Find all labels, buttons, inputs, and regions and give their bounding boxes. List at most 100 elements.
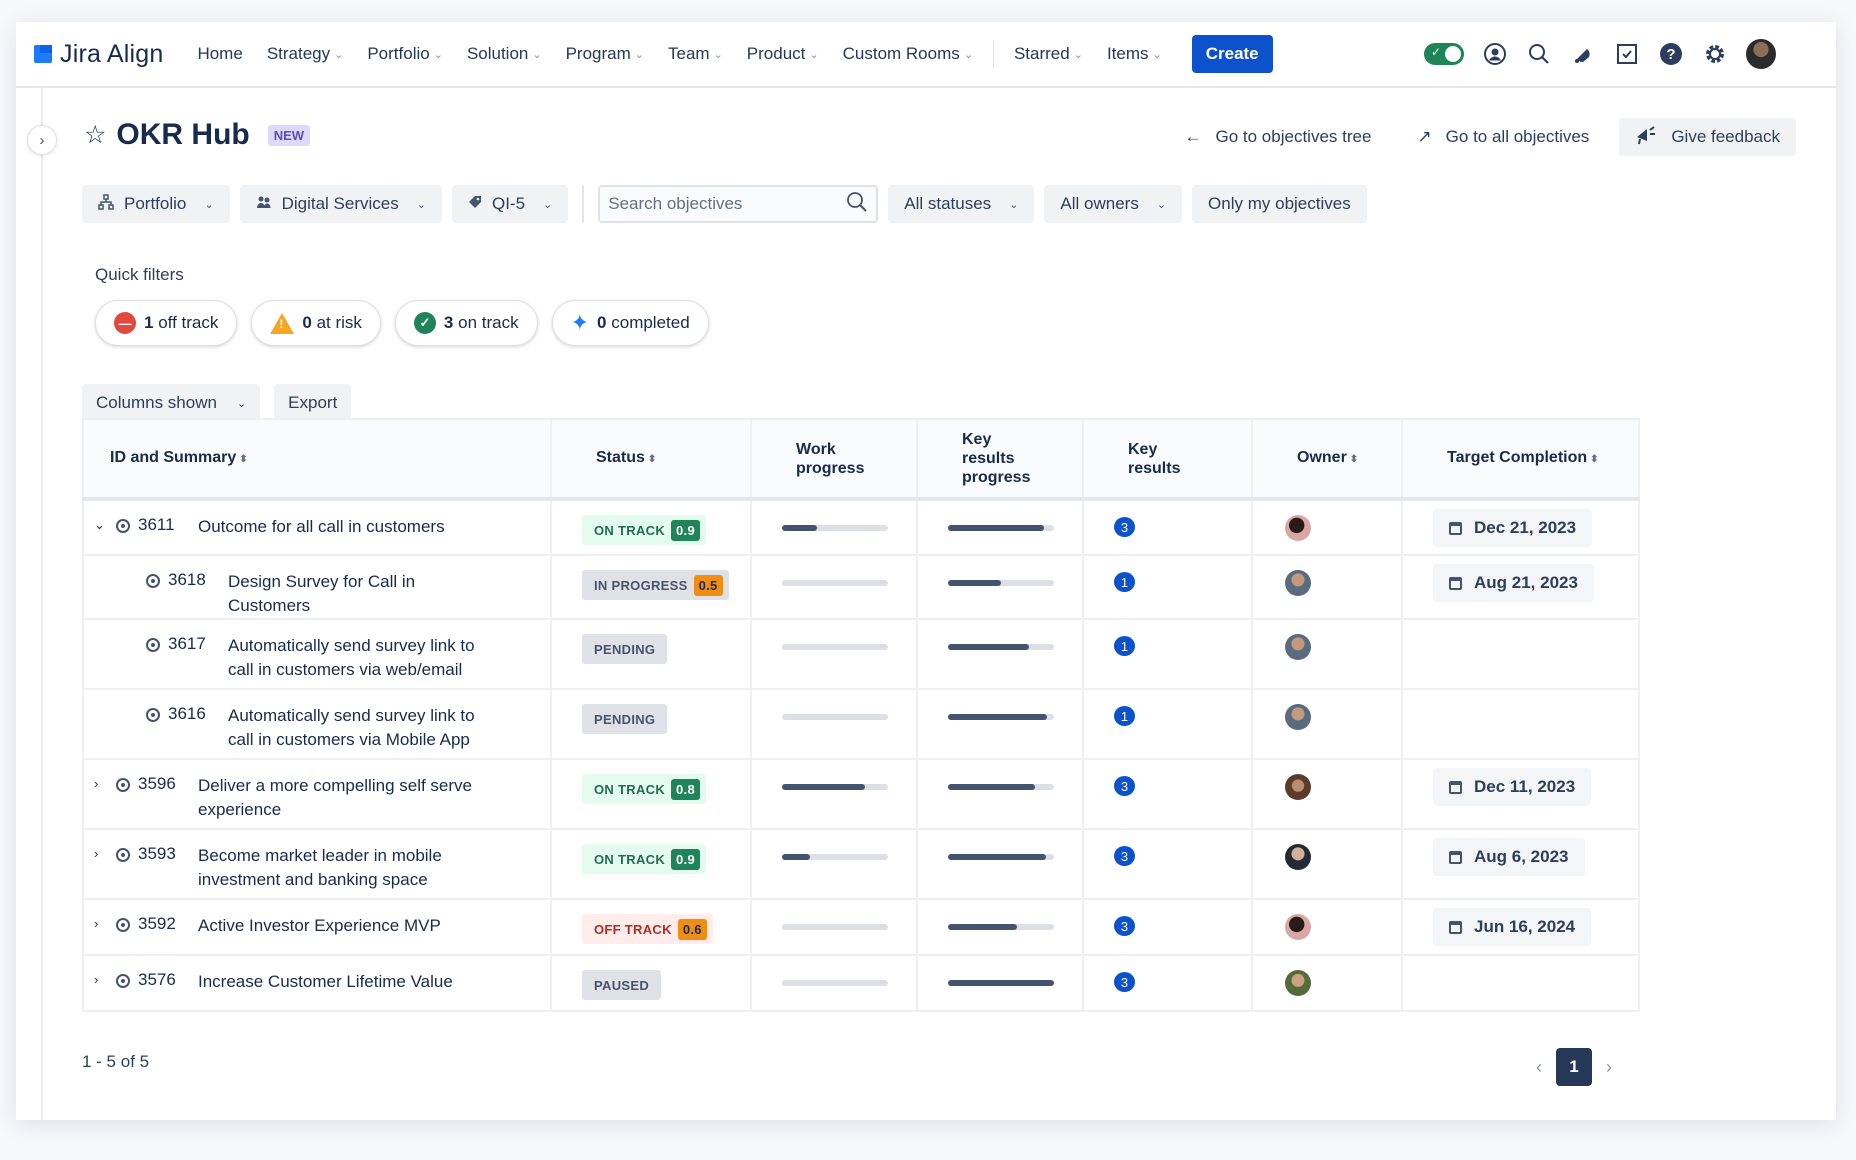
- objective-id[interactable]: 3576: [138, 970, 198, 990]
- objective-summary[interactable]: Increase Customer Lifetime Value: [198, 970, 488, 994]
- key-results-count[interactable]: 3: [1114, 517, 1135, 537]
- table-row[interactable]: ⌄ 3611 Outcome for all call in customers…: [82, 498, 1640, 556]
- level-filter-dropdown[interactable]: Portfolio ⌄: [82, 185, 230, 223]
- star-icon[interactable]: ☆: [84, 120, 106, 150]
- status-badge[interactable]: PENDING: [582, 704, 668, 734]
- table-row[interactable]: 3617 Automatically send survey link to c…: [82, 618, 1640, 690]
- key-results-count[interactable]: 3: [1114, 972, 1135, 992]
- owner-avatar[interactable]: [1285, 844, 1311, 870]
- tasks-icon[interactable]: [1614, 41, 1640, 67]
- profile-icon[interactable]: [1482, 41, 1508, 67]
- nav-item-solution[interactable]: Solution ⌄: [467, 44, 542, 64]
- nav-item-home[interactable]: Home: [197, 44, 242, 64]
- key-results-count[interactable]: 1: [1114, 636, 1135, 656]
- nav-item-product[interactable]: Product ⌄: [747, 44, 819, 64]
- table-row[interactable]: 3616 Automatically send survey link to c…: [82, 688, 1640, 760]
- objective-summary[interactable]: Outcome for all call in customers: [198, 515, 488, 539]
- search-icon[interactable]: [846, 191, 868, 218]
- status-badge[interactable]: ON TRACK 0.9: [582, 515, 706, 545]
- objective-id[interactable]: 3592: [138, 914, 198, 934]
- owner-avatar[interactable]: [1285, 634, 1311, 660]
- objective-id[interactable]: 3616: [168, 704, 228, 724]
- owner-avatar[interactable]: [1285, 914, 1311, 940]
- nav-item-team[interactable]: Team ⌄: [668, 44, 723, 64]
- status-badge[interactable]: OFF TRACK 0.6: [582, 914, 713, 944]
- key-results-count[interactable]: 1: [1114, 706, 1135, 726]
- nav-item-custom-rooms[interactable]: Custom Rooms ⌄: [843, 44, 973, 64]
- chevron-right-icon[interactable]: ›: [94, 970, 110, 987]
- status-badge[interactable]: ON TRACK 0.8: [582, 774, 706, 804]
- status-badge[interactable]: PAUSED: [582, 970, 662, 1000]
- target-date-picker[interactable]: Aug 6, 2023: [1433, 838, 1585, 876]
- column-header-id-summary[interactable]: ID and Summary ⬍: [82, 418, 552, 501]
- target-date-picker[interactable]: Jun 16, 2024: [1433, 908, 1592, 946]
- column-header-target-completion[interactable]: Target Completion ⬍: [1401, 418, 1640, 501]
- table-row[interactable]: › 3592 Active Investor Experience MVP OF…: [82, 898, 1640, 956]
- owner-avatar[interactable]: [1285, 570, 1311, 596]
- go-to-all-objectives-link[interactable]: ↗ Go to all objectives: [1401, 118, 1605, 156]
- target-date-picker[interactable]: Dec 11, 2023: [1433, 768, 1592, 806]
- status-badge[interactable]: ON TRACK 0.9: [582, 844, 706, 874]
- give-feedback-button[interactable]: Give feedback: [1619, 118, 1796, 156]
- go-to-objectives-tree-link[interactable]: ← Go to objectives tree: [1169, 118, 1388, 156]
- objective-summary[interactable]: Active Investor Experience MVP: [198, 914, 488, 938]
- portfolio-filter-dropdown[interactable]: Digital Services ⌄: [239, 185, 442, 223]
- objective-id[interactable]: 3596: [138, 774, 198, 794]
- nav-item-items[interactable]: Items ⌄: [1107, 44, 1162, 64]
- user-avatar[interactable]: [1746, 39, 1776, 69]
- column-header-owner[interactable]: Owner ⬍: [1251, 418, 1403, 501]
- create-button[interactable]: Create: [1191, 35, 1273, 73]
- key-results-count[interactable]: 1: [1114, 572, 1135, 592]
- chevron-right-icon[interactable]: ›: [94, 774, 110, 791]
- quick-filter-off-track[interactable]: — 1 off track: [95, 300, 238, 346]
- settings-icon[interactable]: [1702, 41, 1728, 67]
- feature-toggle-switch[interactable]: ✓: [1424, 43, 1464, 65]
- owner-avatar[interactable]: [1285, 704, 1311, 730]
- key-results-count[interactable]: 3: [1114, 916, 1135, 936]
- column-header-status[interactable]: Status ⬍: [550, 418, 752, 501]
- quick-filter-completed[interactable]: ✦ 0 completed: [551, 300, 709, 346]
- status-badge[interactable]: PENDING: [582, 634, 668, 664]
- nav-item-starred[interactable]: Starred ⌄: [1014, 44, 1083, 64]
- objective-id[interactable]: 3611: [138, 515, 198, 535]
- objective-summary[interactable]: Automatically send survey link to call i…: [228, 634, 488, 682]
- notifications-icon[interactable]: [1570, 41, 1596, 67]
- key-results-count[interactable]: 3: [1114, 776, 1135, 796]
- status-filter-dropdown[interactable]: All statuses ⌄: [888, 185, 1035, 223]
- objective-id[interactable]: 3617: [168, 634, 228, 654]
- chevron-down-icon[interactable]: ⌄: [94, 515, 110, 533]
- search-objectives-input[interactable]: [608, 194, 829, 214]
- page-button-current[interactable]: 1: [1556, 1048, 1592, 1086]
- target-date-picker[interactable]: Dec 21, 2023: [1433, 509, 1593, 547]
- chevron-right-icon[interactable]: ›: [94, 914, 110, 931]
- only-my-objectives-button[interactable]: Only my objectives: [1192, 185, 1367, 223]
- table-row[interactable]: › 3576 Increase Customer Lifetime Value …: [82, 954, 1640, 1012]
- quick-filter-at-risk[interactable]: ! 0 at risk: [251, 300, 381, 346]
- quick-filter-on-track[interactable]: ✓ 3 on track: [394, 300, 538, 346]
- objective-summary[interactable]: Deliver a more compelling self serve exp…: [198, 774, 488, 822]
- columns-shown-dropdown[interactable]: Columns shown ⌄: [82, 384, 261, 422]
- key-results-count[interactable]: 3: [1114, 846, 1135, 866]
- jira-align-logo[interactable]: Jira Align: [34, 40, 163, 69]
- sidebar-expand-button[interactable]: ›: [27, 125, 57, 155]
- owner-avatar[interactable]: [1285, 515, 1311, 541]
- search-objectives-field[interactable]: [598, 185, 879, 223]
- help-icon[interactable]: ?: [1658, 41, 1684, 67]
- target-date-picker[interactable]: Aug 21, 2023: [1433, 564, 1594, 602]
- objective-id[interactable]: 3593: [138, 844, 198, 864]
- table-row[interactable]: › 3593 Become market leader in mobile in…: [82, 828, 1640, 900]
- status-badge[interactable]: IN PROGRESS 0.5: [582, 570, 729, 600]
- objective-id[interactable]: 3618: [168, 570, 228, 590]
- owner-avatar[interactable]: [1285, 774, 1311, 800]
- table-row[interactable]: 3618 Design Survey for Call in Customers…: [82, 554, 1640, 620]
- chevron-right-icon[interactable]: ›: [94, 844, 110, 861]
- increment-filter-dropdown[interactable]: QI-5 ⌄: [451, 185, 569, 223]
- objective-summary[interactable]: Design Survey for Call in Customers: [228, 570, 488, 618]
- next-page-icon[interactable]: ›: [1606, 1057, 1612, 1078]
- search-icon[interactable]: [1526, 41, 1552, 67]
- objective-summary[interactable]: Become market leader in mobile investmen…: [198, 844, 488, 892]
- owner-avatar[interactable]: [1285, 970, 1311, 996]
- objective-summary[interactable]: Automatically send survey link to call i…: [228, 704, 488, 752]
- export-button[interactable]: Export: [274, 384, 352, 422]
- nav-item-strategy[interactable]: Strategy ⌄: [267, 44, 344, 64]
